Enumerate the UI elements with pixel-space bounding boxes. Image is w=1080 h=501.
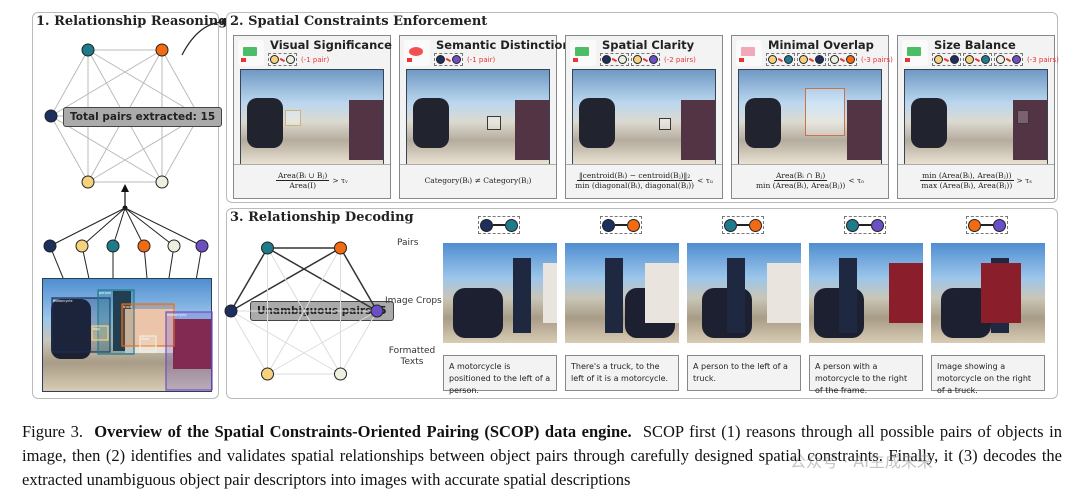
- pair-edge: [230, 247, 269, 312]
- unambiguous-pair-graph: [224, 241, 384, 381]
- pair-edge: [340, 310, 378, 375]
- pair-edge: [230, 310, 268, 375]
- orange-node: [334, 241, 347, 255]
- pair-edge: [339, 247, 378, 312]
- yellow-node: [261, 367, 274, 381]
- pair-edge: [267, 310, 378, 375]
- teal-node: [261, 241, 274, 255]
- navy-node: [224, 304, 238, 318]
- purple-node: [370, 304, 384, 318]
- cream-node: [334, 367, 347, 381]
